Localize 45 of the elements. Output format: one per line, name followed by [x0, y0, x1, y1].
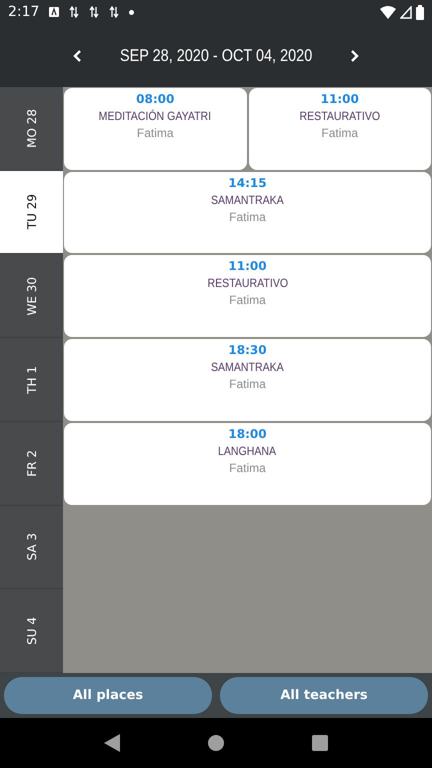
keyboard-icon	[49, 7, 60, 17]
class-card[interactable]: 14:15 SAMANTRAKA Fatima	[64, 172, 431, 254]
day-tab[interactable]: FR 2	[0, 422, 63, 506]
date-range: SEP 28, 2020 - OCT 04, 2020	[120, 46, 312, 66]
class-time: 08:00	[136, 92, 174, 106]
teacher-name: Fatima	[229, 377, 266, 392]
class-card[interactable]: 11:00 RESTAURATIVO Fatima	[64, 255, 431, 338]
class-title: MEDITACIÓN GAYATRI	[99, 109, 212, 123]
class-time: 14:15	[228, 176, 267, 190]
class-title: RESTAURATIVO	[207, 276, 288, 290]
filter-button[interactable]: All teachers	[220, 677, 428, 714]
day-tab[interactable]: SU 4	[0, 589, 63, 673]
day-tab[interactable]: MO 28	[0, 87, 63, 171]
teacher-name: Fatima	[136, 126, 174, 140]
class-title: RESTAURATIVO	[299, 109, 380, 123]
teacher-name: Fatima	[229, 460, 266, 475]
class-time: 18:30	[228, 343, 267, 358]
class-card[interactable]: 18:00 LANGHANA Fatima	[64, 422, 431, 505]
day-tab[interactable]: WE 30	[0, 254, 63, 338]
class-time: 11:00	[228, 259, 267, 274]
teacher-name: Fatima	[229, 293, 266, 308]
class-title: SAMANTRAKA	[211, 360, 284, 374]
class-card[interactable]: 11:00 RESTAURATIVO Fatima	[248, 88, 431, 170]
battery-icon	[416, 4, 424, 20]
teacher-name: Fatima	[321, 126, 358, 140]
class-title: LANGHANA	[218, 444, 277, 458]
wifi-icon	[380, 6, 396, 18]
day-tab[interactable]: TU 29	[0, 170, 63, 254]
dot-icon	[129, 10, 134, 14]
class-time: 11:00	[320, 92, 359, 106]
class-title: SAMANTRAKA	[211, 192, 284, 207]
class-card[interactable]: 18:30 SAMANTRAKA Fatima	[64, 339, 431, 421]
filter-button[interactable]: All places	[4, 677, 212, 714]
class-card[interactable]: 08:00 MEDITACIÓN GAYATRI Fatima	[64, 88, 246, 170]
teacher-name: Fatima	[229, 210, 266, 224]
signal-icon	[400, 6, 412, 18]
home-icon[interactable]	[208, 735, 224, 751]
class-time: 18:00	[228, 426, 267, 441]
back-icon[interactable]	[104, 734, 120, 752]
data-transfer-icon	[89, 6, 100, 18]
day-tab[interactable]: SA 3	[0, 506, 63, 590]
data-transfer-icon	[69, 6, 80, 18]
data-transfer-icon	[109, 6, 120, 18]
day-tab[interactable]: TH 1	[0, 338, 63, 422]
clock: 2:17	[8, 4, 40, 20]
